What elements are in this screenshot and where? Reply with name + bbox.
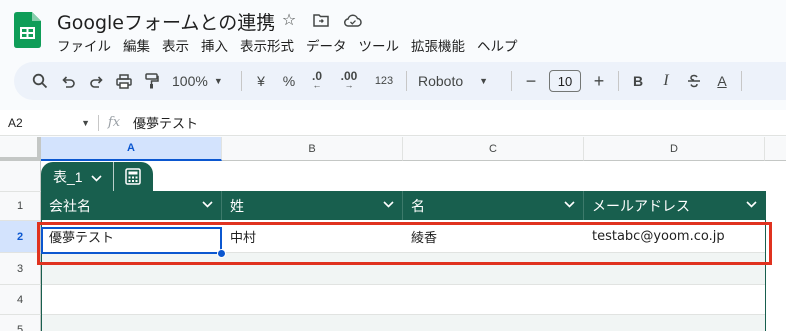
arrow-right-icon: → bbox=[344, 80, 354, 90]
zoom-select[interactable]: 100% ▼ bbox=[166, 67, 236, 95]
row-header-1[interactable]: 1 bbox=[0, 192, 41, 221]
text-color-label: A bbox=[717, 73, 727, 89]
menu-view[interactable]: 表示 bbox=[156, 33, 195, 57]
chevron-down-icon: ▼ bbox=[81, 117, 90, 128]
menu-format[interactable]: 表示形式 bbox=[234, 33, 300, 57]
row-header-spacer bbox=[0, 161, 41, 192]
row-header-4[interactable]: 4 bbox=[0, 285, 41, 315]
font-family-value: Roboto bbox=[418, 73, 464, 89]
column-header-d[interactable]: D bbox=[584, 137, 765, 161]
select-all-corner[interactable] bbox=[0, 137, 41, 161]
toolbar-divider bbox=[741, 71, 742, 91]
redo-icon[interactable] bbox=[82, 67, 110, 95]
table-column-first-name[interactable]: 名 bbox=[403, 191, 584, 220]
text-color-button[interactable]: A bbox=[708, 67, 736, 95]
menu-bar: ファイル 編集 表示 挿入 表示形式 データ ツール 拡張機能 ヘルプ bbox=[51, 33, 524, 57]
table-column-company[interactable]: 会社名 bbox=[41, 191, 222, 220]
font-size-input[interactable]: 10 bbox=[549, 70, 581, 92]
name-box[interactable]: A2 ▼ bbox=[0, 116, 98, 130]
function-icon: fx bbox=[107, 115, 121, 130]
row-header-2[interactable]: 2 bbox=[0, 221, 41, 253]
row-header-5[interactable]: 5 bbox=[0, 315, 41, 331]
chevron-down-icon bbox=[91, 169, 102, 185]
font-family-select[interactable]: Roboto ▼ bbox=[412, 67, 506, 95]
paint-format-icon[interactable] bbox=[138, 67, 166, 95]
table-tab: 表_1 bbox=[41, 162, 153, 191]
column-header-c[interactable]: C bbox=[403, 137, 584, 161]
increase-decimal-button[interactable]: .00 → bbox=[331, 67, 367, 95]
toolbar: 100% ▼ ¥ % .0 ← .00 → 123 Roboto ▼ − 10 … bbox=[14, 62, 786, 100]
zoom-value: 100% bbox=[172, 73, 208, 89]
star-icon[interactable]: ☆ bbox=[278, 9, 300, 31]
toolbar-divider bbox=[241, 71, 242, 91]
move-folder-icon[interactable] bbox=[310, 9, 332, 31]
undo-icon[interactable] bbox=[54, 67, 82, 95]
fill-handle[interactable] bbox=[217, 249, 226, 258]
currency-format-button[interactable]: ¥ bbox=[247, 67, 275, 95]
table-column-label: 名 bbox=[411, 198, 425, 215]
table-column-last-name[interactable]: 姓 bbox=[222, 191, 403, 220]
column-header-a[interactable]: A bbox=[41, 137, 222, 161]
table-column-label: 会社名 bbox=[49, 198, 91, 215]
arrow-left-icon: ← bbox=[312, 80, 322, 90]
name-box-value: A2 bbox=[8, 115, 23, 130]
chevron-down-icon[interactable] bbox=[746, 200, 757, 211]
search-menus-icon[interactable] bbox=[26, 67, 54, 95]
tab-divider bbox=[113, 162, 114, 191]
row-header-3[interactable]: 3 bbox=[0, 253, 41, 285]
toolbar-divider bbox=[511, 71, 512, 91]
table-column-email[interactable]: メールアドレス bbox=[584, 191, 765, 220]
table-name: 表_1 bbox=[53, 168, 83, 185]
column-header-e[interactable] bbox=[765, 137, 786, 161]
formula-bar: A2 ▼ fx 優夢テスト bbox=[0, 110, 786, 136]
table-header-row: 会社名 姓 名 メールアドレス bbox=[41, 191, 765, 220]
table-column-label: 姓 bbox=[230, 198, 244, 215]
table-row-empty[interactable] bbox=[41, 285, 765, 315]
decrease-decimal-button[interactable]: .0 ← bbox=[303, 67, 331, 95]
cloud-saved-icon[interactable] bbox=[342, 9, 364, 31]
chevron-down-icon[interactable] bbox=[383, 200, 394, 211]
menu-help[interactable]: ヘルプ bbox=[471, 33, 524, 57]
menu-edit[interactable]: 編集 bbox=[117, 33, 156, 57]
more-formats-button[interactable]: 123 bbox=[367, 67, 401, 95]
selected-cell-outline bbox=[41, 227, 222, 254]
table-column-label: メールアドレス bbox=[592, 198, 690, 215]
formula-input[interactable]: 優夢テスト bbox=[129, 113, 198, 132]
strikethrough-icon[interactable] bbox=[680, 67, 708, 95]
spreadsheet-grid: A B C D 1 2 3 4 5 表_1 会社名 姓 名 メールアドレス 優夢… bbox=[0, 137, 786, 331]
toolbar-divider bbox=[406, 71, 407, 91]
chevron-down-icon: ▼ bbox=[213, 76, 223, 86]
print-icon[interactable] bbox=[110, 67, 138, 95]
menu-insert[interactable]: 挿入 bbox=[195, 33, 234, 57]
menu-file[interactable]: ファイル bbox=[51, 33, 117, 57]
menu-data[interactable]: データ bbox=[300, 33, 353, 57]
document-title[interactable]: Googleフォームとの連携 bbox=[57, 8, 275, 35]
decrease-font-size-button[interactable]: − bbox=[517, 67, 545, 95]
percent-format-button[interactable]: % bbox=[275, 67, 303, 95]
table-calculator-icon[interactable] bbox=[114, 168, 152, 185]
chevron-down-icon[interactable] bbox=[202, 200, 213, 211]
chevron-down-icon: ▼ bbox=[479, 76, 489, 86]
column-header-b[interactable]: B bbox=[222, 137, 403, 161]
chevron-down-icon[interactable] bbox=[564, 200, 575, 211]
table-name-button[interactable]: 表_1 bbox=[41, 167, 113, 187]
bold-button[interactable]: B bbox=[624, 67, 652, 95]
menu-tools[interactable]: ツール bbox=[353, 33, 406, 57]
toolbar-divider bbox=[618, 71, 619, 91]
menu-extensions[interactable]: 拡張機能 bbox=[405, 33, 471, 57]
italic-button[interactable]: I bbox=[652, 67, 680, 95]
increase-font-size-button[interactable]: + bbox=[585, 67, 613, 95]
table-row-empty[interactable] bbox=[41, 315, 765, 331]
sheets-logo-icon[interactable] bbox=[14, 12, 41, 48]
